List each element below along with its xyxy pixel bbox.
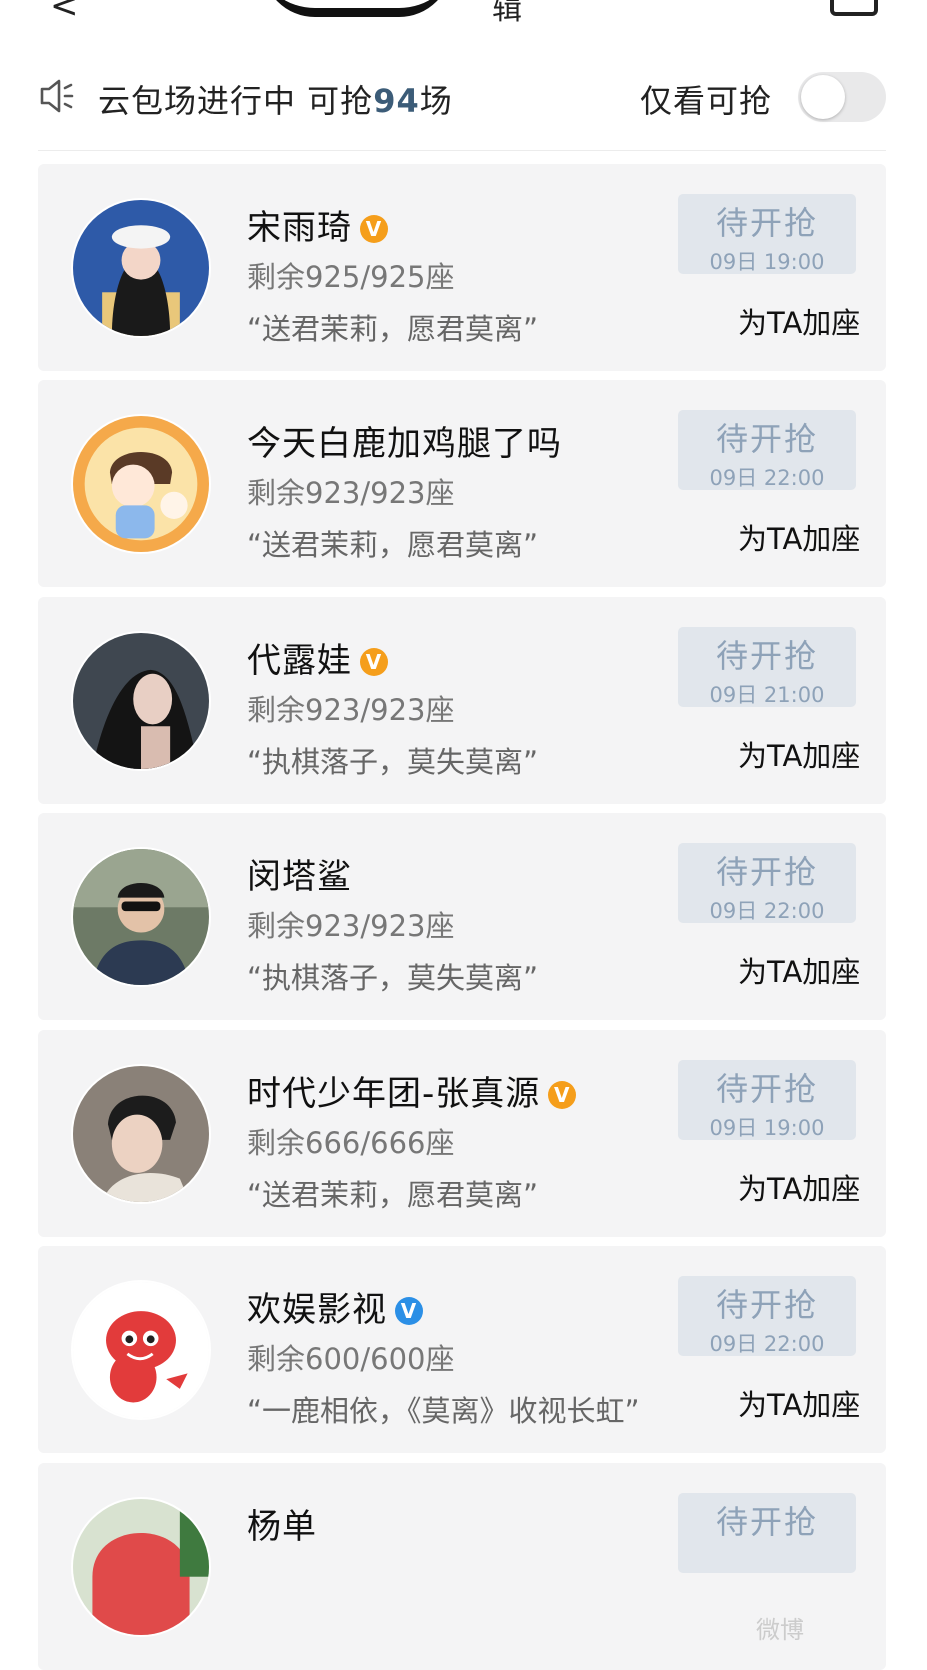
top-bar: < 辑 bbox=[0, 0, 927, 40]
grab-button-label: 待开抢 bbox=[715, 1070, 818, 1108]
grab-button[interactable]: 待开抢 09日 22:00 bbox=[678, 1276, 856, 1356]
verified-badge-icon: V bbox=[395, 1297, 423, 1325]
screening-card: 代露娃 V 剩余923/923座 “执棋落子，莫失莫离” 待开抢 09日 21:0… bbox=[38, 597, 886, 804]
remaining-seats: 剩余600/600座 bbox=[247, 1342, 455, 1376]
avatar[interactable] bbox=[71, 1497, 211, 1637]
slogan: “执棋落子，莫失莫离” bbox=[247, 961, 539, 995]
divider bbox=[38, 150, 886, 151]
add-seat-link[interactable]: 为TA加座 bbox=[738, 300, 860, 342]
verified-badge-icon: V bbox=[360, 215, 388, 243]
grab-button[interactable]: 待开抢 09日 19:00 bbox=[678, 1060, 856, 1140]
grab-time: 09日 19:00 bbox=[709, 250, 825, 274]
grab-button-label: 待开抢 bbox=[715, 1503, 818, 1541]
page-title-partial: 辑 bbox=[492, 0, 522, 27]
grab-button-label: 待开抢 bbox=[715, 853, 818, 891]
avatar[interactable] bbox=[71, 631, 211, 771]
verified-badge-icon: V bbox=[548, 1081, 577, 1109]
verified-badge-icon: V bbox=[360, 648, 388, 676]
screening-card: 欢娱影视 V 剩余600/600座 “一鹿相依，《莫离》收视长虹” 待开抢 09日… bbox=[38, 1246, 886, 1453]
grab-button[interactable]: 待开抢 09日 21:00 bbox=[678, 627, 856, 707]
host-name[interactable]: 今天白鹿加鸡腿了吗 bbox=[247, 416, 562, 465]
grab-time: 09日 22:00 bbox=[709, 899, 825, 923]
toggle-knob bbox=[801, 75, 845, 119]
grab-button-label: 待开抢 bbox=[715, 204, 818, 242]
avatar[interactable] bbox=[71, 414, 211, 554]
add-seat-link[interactable]: 为TA加座 bbox=[738, 1382, 860, 1424]
add-seat-link[interactable]: 为TA加座 bbox=[738, 516, 860, 558]
grab-button-label: 待开抢 bbox=[715, 420, 818, 458]
grab-button-label: 待开抢 bbox=[715, 637, 818, 675]
only-available-label: 仅看可抢 bbox=[640, 82, 773, 120]
host-name[interactable]: 时代少年团-张真源 V bbox=[247, 1066, 577, 1115]
avatar[interactable] bbox=[71, 198, 211, 338]
grab-button[interactable]: 待开抢 09日 22:00 bbox=[678, 843, 856, 923]
grab-time: 09日 19:00 bbox=[709, 1116, 825, 1140]
grab-button[interactable]: 待开抢 09日 22:00 bbox=[678, 410, 856, 490]
chevron-left-icon[interactable]: < bbox=[50, 0, 79, 26]
host-name[interactable]: 闵塔鲨 bbox=[247, 849, 352, 898]
notice-text: 云包场进行中 可抢94场 bbox=[98, 76, 453, 122]
host-name[interactable]: 宋雨琦 V bbox=[247, 200, 388, 249]
watermark: 微博 bbox=[756, 1617, 804, 1644]
available-count: 94 bbox=[373, 82, 420, 120]
slogan: “执棋落子，莫失莫离” bbox=[247, 745, 539, 779]
slogan: “送君茉莉，愿君莫离” bbox=[247, 312, 539, 346]
notice-suffix: 场 bbox=[419, 82, 453, 120]
avatar[interactable] bbox=[71, 1064, 211, 1204]
share-icon[interactable] bbox=[830, 0, 878, 16]
screening-card: 时代少年团-张真源 V 剩余666/666座 “送君茉莉，愿君莫离” 待开抢 09… bbox=[38, 1030, 886, 1237]
grab-button[interactable]: 待开抢 bbox=[678, 1493, 856, 1573]
grab-button[interactable]: 待开抢 09日 19:00 bbox=[678, 194, 856, 274]
avatar[interactable] bbox=[71, 847, 211, 987]
screening-card: 闵塔鲨 剩余923/923座 “执棋落子，莫失莫离” 待开抢 09日 22:00… bbox=[38, 813, 886, 1020]
host-name[interactable]: 杨单 bbox=[247, 1499, 317, 1548]
add-seat-link[interactable]: 为TA加座 bbox=[738, 1166, 860, 1208]
grab-time: 09日 22:00 bbox=[709, 466, 825, 490]
remaining-seats: 剩余666/666座 bbox=[247, 1126, 455, 1160]
grab-time: 09日 21:00 bbox=[709, 683, 825, 707]
host-name[interactable]: 欢娱影视 V bbox=[247, 1282, 423, 1331]
slogan: “一鹿相依，《莫离》收视长虹” bbox=[247, 1394, 640, 1428]
add-seat-link[interactable]: 为TA加座 bbox=[738, 949, 860, 991]
avatar[interactable] bbox=[71, 1280, 211, 1420]
slogan: “送君茉莉，愿君莫离” bbox=[247, 1178, 539, 1212]
host-name[interactable]: 代露娃 V bbox=[247, 633, 388, 682]
remaining-seats: 剩余923/923座 bbox=[247, 693, 455, 727]
remaining-seats: 剩余923/923座 bbox=[247, 909, 455, 943]
remaining-seats: 剩余925/925座 bbox=[247, 260, 455, 294]
speaker-icon bbox=[40, 79, 74, 113]
screening-card: 宋雨琦 V 剩余925/925座 “送君茉莉，愿君莫离” 待开抢 09日 19:0… bbox=[38, 164, 886, 371]
screening-card: 今天白鹿加鸡腿了吗 剩余923/923座 “送君茉莉，愿君莫离” 待开抢 09日… bbox=[38, 380, 886, 587]
grab-button-label: 待开抢 bbox=[715, 1286, 818, 1324]
notice-prefix: 云包场进行中 可抢 bbox=[98, 82, 374, 120]
page-title-fragment bbox=[262, 0, 452, 17]
only-available-toggle[interactable] bbox=[798, 72, 886, 122]
slogan: “送君茉莉，愿君莫离” bbox=[247, 528, 539, 562]
add-seat-link[interactable]: 为TA加座 bbox=[738, 733, 860, 775]
notice-bar: 云包场进行中 可抢94场 仅看可抢 bbox=[0, 60, 927, 140]
grab-time: 09日 22:00 bbox=[709, 1332, 825, 1356]
remaining-seats: 剩余923/923座 bbox=[247, 476, 455, 510]
